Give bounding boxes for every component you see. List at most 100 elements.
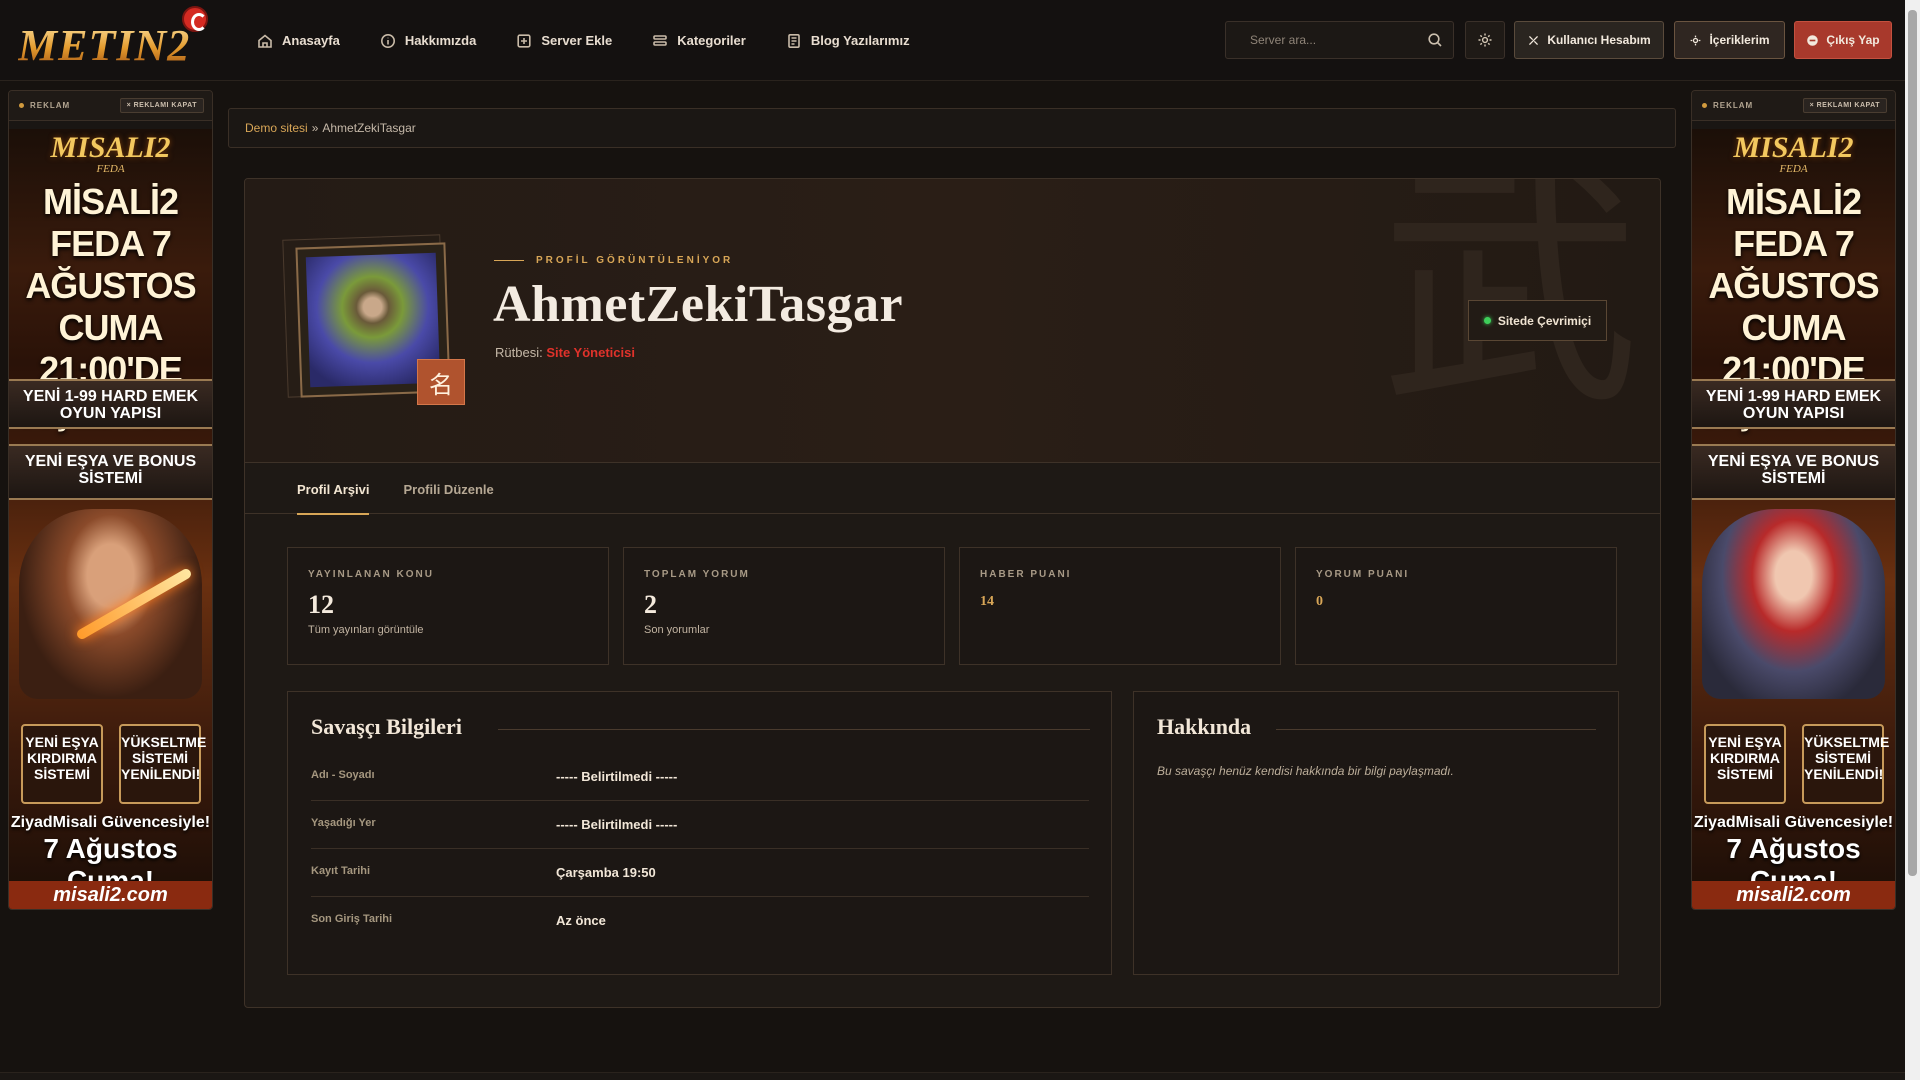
warrior-info-panel: Savaşçı Bilgileri Adı - Soyadı ----- Bel… — [287, 691, 1112, 975]
close-ad-button[interactable]: × REKLAMI KAPAT — [1802, 98, 1887, 113]
left-ad-banner[interactable]: REKLAM × REKLAMI KAPAT MISALI2 FEDA MİSA… — [8, 90, 213, 910]
online-label: Sitede Çevrimiçi — [1497, 313, 1592, 328]
stat-value: 14 — [980, 594, 994, 609]
search-icon[interactable] — [1427, 32, 1443, 48]
list-icon — [653, 34, 668, 46]
ad-logo-sub: FEDA — [1779, 163, 1808, 175]
ad-image[interactable]: MISALI2 FEDA MİSALİ2 FEDA 7 AĞUSTOS CUMA… — [1692, 129, 1895, 909]
background-kanji: 武 — [1380, 178, 1640, 440]
stat-label: YORUM PUANI — [1316, 569, 1410, 580]
info-key: Son Giriş Tarihi — [311, 913, 393, 925]
info-row-name: Adı - Soyadı ----- Belirtilmedi ----- — [311, 753, 1089, 801]
close-ad-button[interactable]: × REKLAMI KAPAT — [119, 98, 204, 113]
profile-hero: 武 名 PROFİL GÖRÜNTÜLENİYOR AhmetZekiTasga… — [245, 179, 1660, 463]
gear-icon — [1478, 33, 1492, 47]
account-button[interactable]: Kullanıcı Hesabım — [1514, 21, 1664, 59]
nav-label: Server Ekle — [541, 33, 613, 48]
ad-logo: MISALI2 — [50, 131, 171, 164]
breadcrumb-home-link[interactable]: Demo sitesi — [245, 121, 308, 135]
ad-badge: YÜKSELTME SİSTEMİ YENİLENDİ! — [1802, 724, 1889, 804]
stat-card-news-points: HABER PUANI 14 — [959, 547, 1281, 665]
recent-comments-link[interactable]: Son yorumlar — [644, 624, 924, 636]
info-value: Çarşamba 19:50 — [556, 865, 656, 880]
info-key: Yaşadığı Yer — [311, 817, 376, 829]
logout-label: Çıkış Yap — [1826, 33, 1880, 47]
about-panel: Hakkında Bu savaşçı henüz kendisi hakkın… — [1133, 691, 1619, 975]
ad-header: REKLAM × REKLAMI KAPAT — [1692, 91, 1895, 121]
ad-tag-label: REKLAM — [30, 101, 71, 110]
stat-value: 2 — [644, 590, 657, 619]
title-divider — [1276, 729, 1596, 730]
stats-row: YAYINLANAN KONU 12 Tüm yayınları görüntü… — [287, 547, 1617, 665]
top-navbar: METIN2 Anasayfa Hakkımızda Server Ekle K… — [0, 0, 1905, 81]
info-value: ----- Belirtilmedi ----- — [556, 817, 678, 832]
warrior-woman-illustration — [1702, 509, 1885, 699]
ad-badge: YENİ EŞYA KIRDIRMA SİSTEMİ — [21, 724, 103, 804]
stat-label: HABER PUANI — [980, 569, 1072, 580]
bottom-bar — [0, 1072, 1905, 1080]
search-input[interactable] — [1226, 22, 1416, 58]
nav-label: Blog Yazılarımız — [810, 33, 910, 48]
warrior-illustration — [19, 509, 202, 699]
info-key: Kayıt Tarihi — [311, 865, 371, 877]
tab-profile-archive[interactable]: Profil Arşivi — [297, 464, 370, 515]
account-label: Kullanıcı Hesabım — [1547, 33, 1651, 47]
panel-title: Hakkında — [1157, 714, 1252, 739]
rank-value: Site Yöneticisi — [546, 345, 635, 360]
contents-label: İçeriklerim — [1709, 33, 1770, 47]
ad-image[interactable]: MISALI2 FEDA MİSALİ2 FEDA 7 AĞUSTOS CUMA… — [9, 129, 212, 909]
user-rank: Rütbesi: Site Yöneticisi — [495, 345, 635, 360]
info-value: ----- Belirtilmedi ----- — [556, 769, 678, 784]
nav-item-about[interactable]: Hakkımızda — [380, 33, 477, 49]
eyebrow-line — [494, 260, 524, 261]
nav-item-blog[interactable]: Blog Yazılarımız — [786, 33, 910, 49]
ad-site-url: misali2.com — [1692, 881, 1895, 909]
nav-item-home[interactable]: Anasayfa — [257, 33, 340, 49]
title-divider — [498, 729, 1090, 730]
stat-value: 12 — [308, 590, 334, 619]
page-scrollbar[interactable] — [1905, 0, 1920, 1080]
info-key: Adı - Soyadı — [311, 769, 375, 781]
nav-label: Hakkımızda — [404, 33, 477, 48]
nav-label: Kategoriler — [677, 33, 746, 48]
rank-label: Rütbesi: — [495, 345, 543, 360]
turkish-flag-icon — [182, 6, 208, 32]
ad-band-2: YENİ EŞYA VE BONUS SİSTEMİ — [1692, 444, 1895, 500]
main-nav: Anasayfa Hakkımızda Server Ekle Kategori… — [257, 0, 910, 81]
nav-label: Anasayfa — [282, 33, 340, 48]
panel-title: Savaşçı Bilgileri — [311, 714, 462, 739]
ad-cta: ZiyadMisali Güvencesiyle! — [1693, 814, 1894, 831]
logout-icon — [1807, 34, 1819, 46]
plus-square-icon — [517, 33, 531, 48]
info-value: Az önce — [556, 913, 606, 928]
settings-button[interactable] — [1465, 21, 1505, 59]
ad-logo-sub: FEDA — [96, 163, 125, 175]
info-row-last-login: Son Giriş Tarihi Az önce — [311, 897, 1089, 945]
info-row-location: Yaşadığı Yer ----- Belirtilmedi ----- — [311, 801, 1089, 849]
avatar-kanji-badge: 名 — [417, 359, 465, 405]
ad-band-2: YENİ EŞYA VE BONUS SİSTEMİ — [9, 444, 212, 500]
ad-badges: YENİ EŞYA KIRDIRMA SİSTEMİ YÜKSELTME SİS… — [21, 724, 206, 804]
breadcrumb: Demo sitesi » AhmetZekiTasgar — [228, 108, 1676, 148]
tab-edit-profile[interactable]: Profili Düzenle — [403, 464, 493, 514]
scrollbar-thumb[interactable] — [1908, 10, 1917, 876]
my-contents-button[interactable]: İçeriklerim — [1674, 21, 1785, 59]
ad-badges: YENİ EŞYA KIRDIRMA SİSTEMİ YÜKSELTME SİS… — [1704, 724, 1889, 804]
nav-item-add-server[interactable]: Server Ekle — [516, 33, 612, 49]
ad-header: REKLAM × REKLAMI KAPAT — [9, 91, 212, 121]
stat-card-posts: YAYINLANAN KONU 12 Tüm yayınları görüntü… — [287, 547, 609, 665]
username-heading: AhmetZekiTasgar — [493, 276, 904, 333]
info-row-registered: Kayıt Tarihi Çarşamba 19:50 — [311, 849, 1089, 897]
eyebrow-label: PROFİL GÖRÜNTÜLENİYOR — [536, 255, 734, 266]
home-icon — [258, 33, 272, 48]
site-logo[interactable]: METIN2 — [14, 6, 214, 72]
nav-item-categories[interactable]: Kategoriler — [652, 33, 746, 49]
info-icon — [380, 33, 395, 48]
right-ad-banner[interactable]: REKLAM × REKLAMI KAPAT MISALI2 FEDA MİSA… — [1691, 90, 1896, 910]
document-icon — [788, 33, 800, 48]
logout-button[interactable]: Çıkış Yap — [1794, 21, 1892, 59]
logo-text: METIN2 — [18, 21, 191, 70]
stat-card-comments: TOPLAM YORUM 2 Son yorumlar — [623, 547, 945, 665]
ad-badge: YENİ EŞYA KIRDIRMA SİSTEMİ — [1704, 724, 1786, 804]
view-all-posts-link[interactable]: Tüm yayınları görüntüle — [308, 624, 588, 636]
